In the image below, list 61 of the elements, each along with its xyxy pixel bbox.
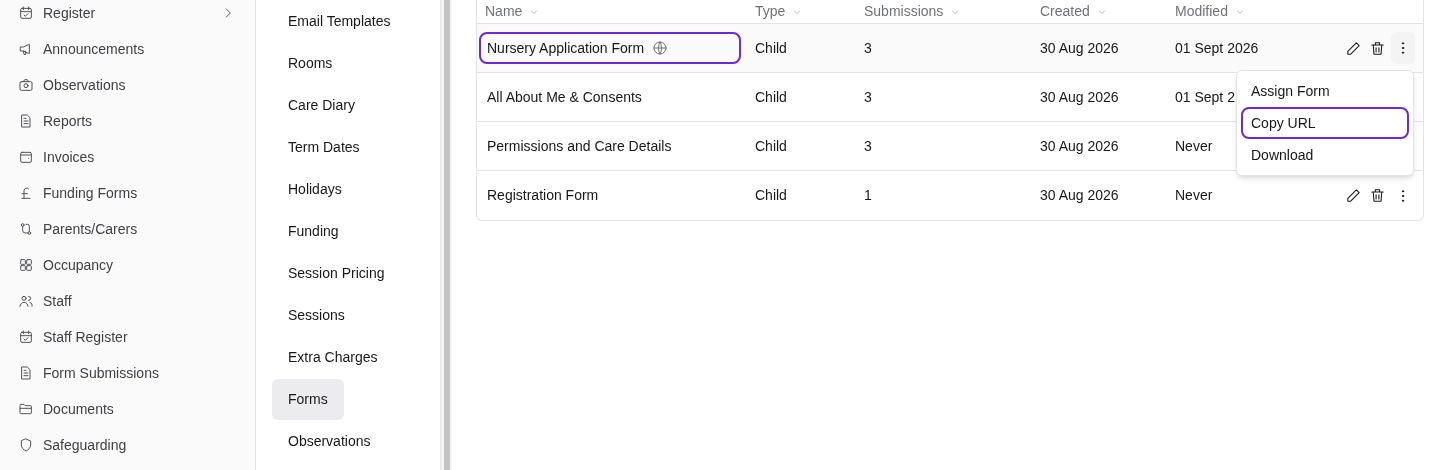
sidebar-item[interactable]: Staff <box>16 283 241 319</box>
table-cell: 3 <box>864 39 872 56</box>
form-name-link[interactable]: Permissions and Care Details <box>479 130 741 162</box>
table-cell: Child <box>755 187 787 203</box>
table-cell: 01 Sept 2026 <box>1175 39 1259 56</box>
camera-icon <box>18 77 34 93</box>
column-header[interactable]: Modified <box>1167 1 1327 22</box>
sidebar-item[interactable]: Safeguarding <box>16 427 241 463</box>
sidebar-item[interactable]: Staff Register <box>16 319 241 355</box>
table-cell: Child <box>755 88 787 105</box>
pencil-icon <box>1344 187 1362 204</box>
table-cell: 30 Aug 2026 <box>1040 137 1119 154</box>
column-header[interactable]: Type <box>747 1 856 22</box>
grid-icon <box>18 257 34 273</box>
users-icon <box>18 293 34 309</box>
sidebar-item[interactable]: Invoices <box>16 139 241 175</box>
table-row[interactable]: Nursery Application Form Child 3 30 Aug 2026 01 Sept 2026 <box>477 24 1423 73</box>
sidebar-item[interactable]: Reports <box>16 103 241 139</box>
column-header[interactable]: Submissions <box>856 1 1032 22</box>
sidebar-item[interactable]: Occupancy <box>16 247 241 283</box>
globe-icon <box>652 40 669 56</box>
menu-item[interactable]: Copy URL <box>1241 107 1409 139</box>
trash-icon <box>1368 187 1386 204</box>
table-row[interactable]: Registration Form Child 1 30 Aug 2026 Never <box>477 171 1423 220</box>
form-name-link[interactable]: Registration Form <box>479 179 741 212</box>
sidebar-item[interactable]: Parents/Carers <box>16 211 241 247</box>
table-cell: Child <box>755 137 787 154</box>
column-header[interactable]: Created <box>1032 1 1167 22</box>
document-icon <box>18 113 34 129</box>
document-icon <box>18 365 34 381</box>
table-cell: 01 Sept 2 <box>1175 88 1235 105</box>
pencil-icon <box>1344 39 1362 57</box>
table-cell: Child <box>755 39 787 56</box>
sidebar-item[interactable]: Form Submissions <box>16 355 241 391</box>
form-name-link[interactable]: All About Me & Consents <box>479 81 741 113</box>
shield-icon <box>18 437 34 453</box>
table-cell: 30 Aug 2026 <box>1040 187 1119 203</box>
sidebar-item[interactable]: Funding Forms <box>16 175 241 211</box>
sidebar-item[interactable]: Observations <box>16 67 241 103</box>
column-header[interactable]: Name <box>477 1 747 22</box>
calendar-check-icon <box>18 329 34 345</box>
table-cell: 30 Aug 2026 <box>1040 39 1119 56</box>
form-name-link[interactable]: Nursery Application Form <box>479 32 741 64</box>
wallet-icon <box>18 149 34 165</box>
pound-icon <box>18 185 34 201</box>
route-icon <box>18 221 34 237</box>
sidebar-item[interactable]: Register <box>16 0 241 31</box>
settings-nav-item[interactable]: Forms <box>272 378 344 420</box>
trash-icon <box>1368 39 1386 57</box>
menu-item[interactable]: Assign Form <box>1241 75 1409 107</box>
table-cell: 3 <box>864 88 872 105</box>
sidebar-item[interactable]: Announcements <box>16 31 241 67</box>
menu-item[interactable]: Download <box>1241 139 1409 171</box>
sidebar-item[interactable]: Documents <box>16 391 241 427</box>
calendar-check-icon <box>18 5 34 21</box>
table-cell: 1 <box>864 187 872 203</box>
table-cell: Never <box>1175 187 1213 203</box>
table-cell: 30 Aug 2026 <box>1040 88 1119 105</box>
table-cell: Never <box>1175 137 1213 154</box>
folder-icon <box>18 401 34 417</box>
table-cell: 3 <box>864 137 872 154</box>
